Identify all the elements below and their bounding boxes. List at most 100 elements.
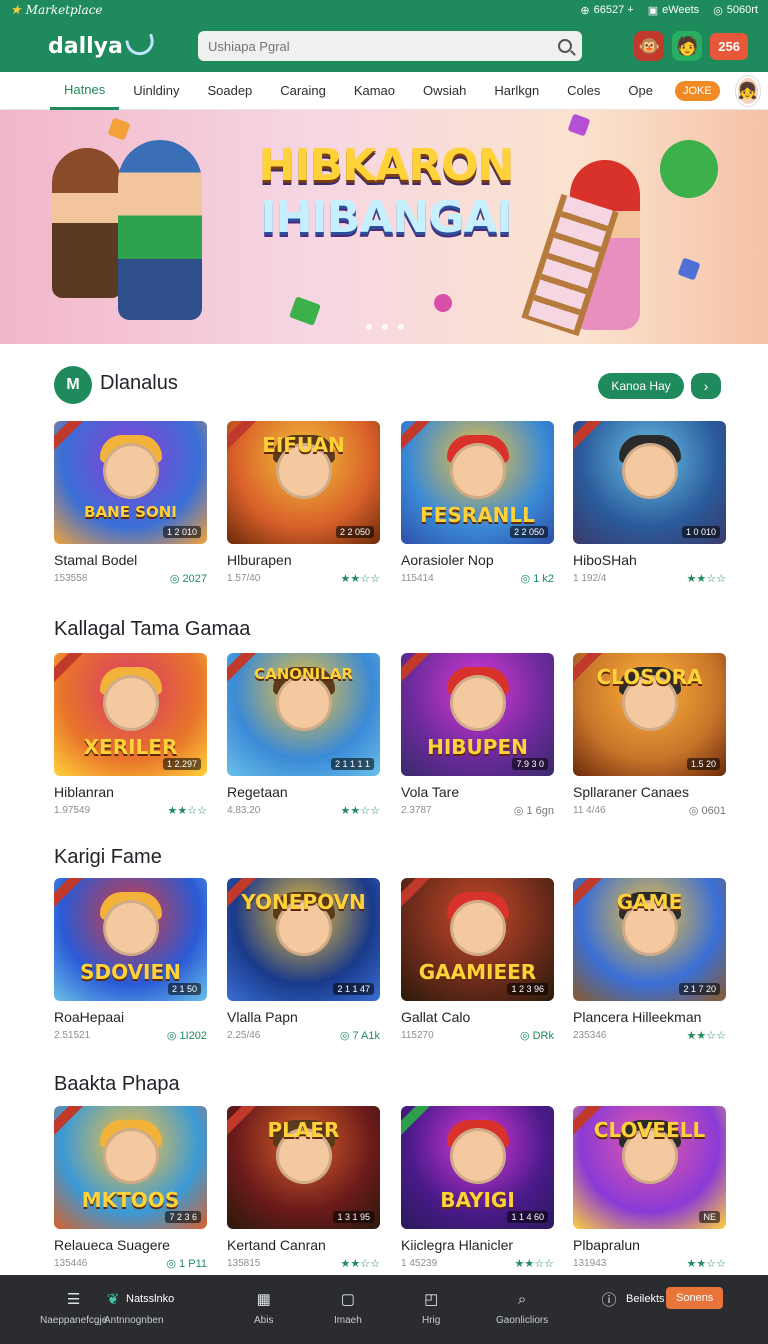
character-face bbox=[449, 900, 506, 956]
game-card[interactable]: GAAMIEER 1 2 3 96 Gallat Calo 115270 ◎ DRk bbox=[401, 878, 554, 1042]
game-card[interactable]: EIFUAN 2 2 050 Hlburapen 1.57/40 ★★☆☆ bbox=[227, 421, 380, 585]
game-title[interactable]: Spllaraner Canaes bbox=[573, 784, 726, 800]
play-count-badge: 7 2 3 6 bbox=[165, 1211, 201, 1223]
stat-tweets: ▣ eWeets bbox=[647, 4, 700, 17]
game-art-title: GAAMIEER bbox=[418, 960, 537, 984]
game-card[interactable]: BAYIGI 1 1 4 60 Kiiclegra Hlanicler 1 45239… bbox=[401, 1106, 554, 1270]
game-thumbnail[interactable]: XERILER 1 2.297 bbox=[54, 653, 207, 776]
coin-rating: ◎ 1 P11 bbox=[166, 1258, 207, 1270]
game-title[interactable]: RoaHepaai bbox=[54, 1009, 207, 1025]
game-thumbnail[interactable]: EIFUAN 2 2 050 bbox=[227, 421, 380, 544]
search-input[interactable] bbox=[208, 38, 550, 54]
game-thumbnail[interactable]: 1 0 010 bbox=[573, 421, 726, 544]
star-rating: ★★☆☆ bbox=[686, 573, 726, 585]
game-title[interactable]: Vola Tare bbox=[401, 784, 554, 800]
game-card[interactable]: PLAER 1 3 1 95 Kertand Canran 135815 ★★☆☆ bbox=[227, 1106, 380, 1270]
game-title[interactable]: Hiblanran bbox=[54, 784, 207, 800]
game-thumbnail[interactable]: SDOVIEN 2 1 50 bbox=[54, 878, 207, 1001]
player-count: 135815 bbox=[227, 1258, 261, 1269]
bottom-item-window[interactable]: ▢ Imaeh bbox=[334, 1291, 362, 1326]
game-card[interactable]: 1 0 010 HiboSHah 1 192/4 ★★☆☆ bbox=[573, 421, 726, 585]
bottom-item-shop[interactable]: ▦ Abis bbox=[254, 1291, 273, 1326]
game-card[interactable]: BANE SONI 1 2 010 Stamal Bodel 153558 ◎ 2027 bbox=[54, 421, 207, 585]
tab-home[interactable]: Hatnes bbox=[50, 72, 120, 110]
bottom-item-menu[interactable]: ☰ Naeppanefcgje bbox=[40, 1291, 107, 1326]
player-count: 115270 bbox=[401, 1030, 434, 1041]
shop-icon: ▦ bbox=[256, 1291, 271, 1308]
game-meta: 135446 ◎ 1 P11 bbox=[54, 1257, 207, 1270]
search-bar[interactable] bbox=[198, 31, 582, 61]
game-thumbnail[interactable]: GAME 2 1 7 20 bbox=[573, 878, 726, 1001]
player-count: 235346 bbox=[573, 1030, 607, 1041]
avatar-friend-1[interactable]: 🐵 bbox=[634, 31, 665, 61]
play-count-badge: 1 0 010 bbox=[681, 526, 720, 538]
game-card[interactable]: CLOVEELL NE Plbapralun 131943 ★★☆☆ bbox=[573, 1106, 726, 1270]
game-card[interactable]: HIBUPEN 7.9 3 0 Vola Tare 2.3787 ◎ 1 6gn bbox=[401, 653, 554, 817]
game-meta: 115270 ◎ DRk bbox=[401, 1029, 554, 1042]
hero-banner[interactable]: HIBKARON IHIBANGAI bbox=[0, 110, 768, 344]
search-icon[interactable] bbox=[558, 39, 572, 53]
game-title[interactable]: Vlalla Papn bbox=[227, 1009, 380, 1025]
game-card[interactable]: CLOSORA 1.5 20 Spllaraner Canaes 11 4/46 ◎ 0… bbox=[573, 653, 726, 817]
next-arrow-icon[interactable]: › bbox=[691, 373, 721, 399]
game-title[interactable]: Kiiclegra Hlanicler bbox=[401, 1237, 554, 1253]
bottom-action-button[interactable]: Sonens bbox=[666, 1287, 724, 1309]
bottom-item-search[interactable]: ⌕ Gaonlicliors bbox=[496, 1291, 548, 1327]
game-title[interactable]: Stamal Bodel bbox=[54, 552, 207, 568]
game-thumbnail[interactable]: MKTOOS 7 2 3 6 bbox=[54, 1106, 207, 1229]
game-art-title: CLOVEELL bbox=[593, 1118, 706, 1142]
see-all-button[interactable]: Kanoa Hay bbox=[598, 373, 684, 399]
tab-2[interactable]: Uinldiny bbox=[119, 72, 193, 110]
game-title[interactable]: Kertand Canran bbox=[227, 1237, 380, 1253]
game-thumbnail[interactable]: CANONILAR 2 1 1 1 1 bbox=[227, 653, 380, 776]
game-thumbnail[interactable]: CLOSORA 1.5 20 bbox=[573, 653, 726, 776]
game-thumbnail[interactable]: BANE SONI 1 2 010 bbox=[54, 421, 207, 544]
avatar-friend-2[interactable]: 🧑 bbox=[672, 31, 703, 61]
tab-7[interactable]: Harlkgn bbox=[480, 72, 553, 110]
game-thumbnail[interactable]: GAAMIEER 1 2 3 96 bbox=[401, 878, 554, 1001]
play-count-badge: 1 2 010 bbox=[162, 526, 201, 538]
carousel-dots[interactable] bbox=[366, 324, 404, 330]
ribbon-badge bbox=[54, 878, 87, 911]
game-card[interactable]: FESRANLL 2 2 050 Aorasioler Nop 115414 ◎ 1 k… bbox=[401, 421, 554, 585]
game-title[interactable]: Aorasioler Nop bbox=[401, 552, 554, 568]
tab-4[interactable]: Caraing bbox=[266, 72, 340, 110]
game-thumbnail[interactable]: BAYIGI 1 1 4 60 bbox=[401, 1106, 554, 1229]
play-count-badge: 7.9 3 0 bbox=[512, 758, 548, 770]
star-rating: ★★☆☆ bbox=[514, 1258, 554, 1270]
game-meta: 1.57/40 ★★☆☆ bbox=[227, 572, 380, 585]
game-card[interactable]: XERILER 1 2.297 Hiblanran 1.97549 ★★☆☆ bbox=[54, 653, 207, 817]
coin-balance[interactable]: 256 bbox=[710, 32, 748, 60]
game-title[interactable]: HiboSHah bbox=[573, 552, 726, 568]
promo-pill[interactable]: JOKE bbox=[675, 80, 720, 101]
tab-9[interactable]: Ope bbox=[614, 72, 667, 110]
bottom-item-box[interactable]: ◰ Hrig bbox=[422, 1291, 440, 1326]
tab-8[interactable]: Coles bbox=[553, 72, 614, 110]
game-title[interactable]: Plbapralun bbox=[573, 1237, 726, 1253]
bottom-item-info[interactable]: ⓘ Beilekts bbox=[600, 1291, 664, 1309]
game-thumbnail[interactable]: PLAER 1 3 1 95 bbox=[227, 1106, 380, 1229]
game-card[interactable]: GAME 2 1 7 20 Plancera Hilleekman 235346 ★★☆… bbox=[573, 878, 726, 1042]
game-title[interactable]: Gallat Calo bbox=[401, 1009, 554, 1025]
bottom-item-brand[interactable]: ❦ Natsslnko Antnnognben bbox=[104, 1291, 174, 1326]
game-thumbnail[interactable]: FESRANLL 2 2 050 bbox=[401, 421, 554, 544]
game-card[interactable]: SDOVIEN 2 1 50 RoaHepaai 2.51521 ◎ 1I202 bbox=[54, 878, 207, 1042]
site-logo[interactable]: dallya bbox=[48, 34, 198, 59]
marketplace-brand[interactable]: ★ Marketplace bbox=[10, 3, 103, 18]
game-card[interactable]: CANONILAR 2 1 1 1 1 Regetaan 4.83.20 ★★☆☆ bbox=[227, 653, 380, 817]
tab-3[interactable]: Soadep bbox=[193, 72, 266, 110]
tab-5[interactable]: Kamao bbox=[340, 72, 409, 110]
play-count-badge: 2 2 050 bbox=[335, 526, 374, 538]
game-title[interactable]: Plancera Hilleekman bbox=[573, 1009, 726, 1025]
game-card[interactable]: MKTOOS 7 2 3 6 Relaueca Suagere 135446 ◎ 1 P… bbox=[54, 1106, 207, 1270]
game-title[interactable]: Hlburapen bbox=[227, 552, 380, 568]
game-thumbnail[interactable]: HIBUPEN 7.9 3 0 bbox=[401, 653, 554, 776]
play-count-badge: 2 1 7 20 bbox=[679, 983, 720, 995]
game-thumbnail[interactable]: CLOVEELL NE bbox=[573, 1106, 726, 1229]
tab-6[interactable]: Owsiah bbox=[409, 72, 480, 110]
game-thumbnail[interactable]: YONEPOVN 2 1 1 47 bbox=[227, 878, 380, 1001]
game-card[interactable]: YONEPOVN 2 1 1 47 Vlalla Papn 2.25/46 ◎ 7 A1… bbox=[227, 878, 380, 1042]
user-avatar[interactable]: 👧 bbox=[735, 75, 760, 106]
game-title[interactable]: Regetaan bbox=[227, 784, 380, 800]
game-title[interactable]: Relaueca Suagere bbox=[54, 1237, 207, 1253]
